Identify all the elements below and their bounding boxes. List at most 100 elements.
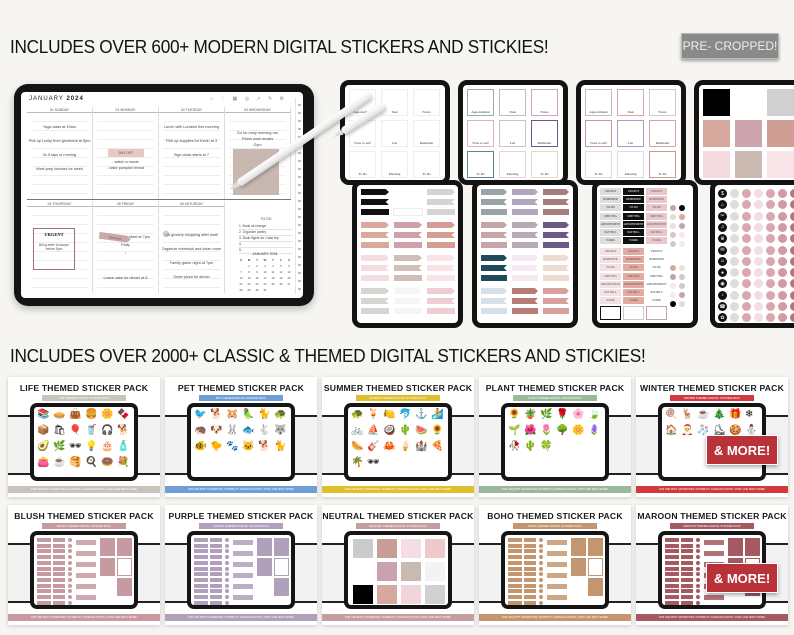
sticker-pack-card[interactable]: 📚 🥧 👜 🍔 🌼 🍫 📦 🛍 🎈 🥤 🎧 🐕 🥑 🌿 🕶 💡 🎂 🧴 👛 ☕ 🥞 🍳 🍩 💐 LIFE THEMED STIC… [8, 377, 160, 497]
label-sticker[interactable]: REMINDER [623, 256, 644, 264]
icon-sticker[interactable] [778, 245, 787, 255]
label-sticker[interactable]: TO DO [623, 204, 644, 212]
side-tab[interactable] [297, 288, 301, 290]
flag-sticker[interactable] [361, 288, 389, 294]
icon-sticker[interactable] [730, 290, 739, 300]
planner-entry[interactable]: Lunch with Lorraine this morning [159, 125, 224, 129]
flag-sticker[interactable] [512, 199, 538, 205]
flag-sticker[interactable] [481, 189, 507, 195]
label-sticker[interactable]: MEETING [600, 212, 621, 220]
icon-sticker[interactable] [742, 290, 751, 300]
flag-sticker[interactable] [512, 255, 538, 261]
calendar-date[interactable]: 29 [245, 288, 253, 292]
calendar-date[interactable]: 6 [285, 264, 293, 268]
label-sticker[interactable]: URGENT [623, 248, 644, 255]
planner-entry[interactable]: Gym [225, 143, 290, 147]
flag-sticker[interactable] [512, 222, 538, 228]
flag-sticker[interactable] [543, 255, 569, 261]
color-swatch[interactable] [767, 151, 794, 178]
flag-sticker[interactable] [427, 255, 455, 261]
flag-sticker[interactable] [512, 242, 538, 248]
flag-sticker[interactable] [394, 222, 422, 228]
color-dot[interactable] [670, 274, 676, 280]
label-sticker[interactable]: TO DO [600, 204, 621, 212]
icon-sticker[interactable] [766, 313, 775, 323]
flag-sticker[interactable] [427, 209, 455, 215]
icon-sticker[interactable] [730, 189, 739, 198]
flag-sticker[interactable] [543, 288, 569, 294]
flag-sticker[interactable] [427, 232, 455, 238]
flag-sticker[interactable] [361, 308, 389, 314]
flag-sticker[interactable] [481, 222, 507, 228]
icon-sticker[interactable] [742, 256, 751, 266]
calendar-date[interactable]: 15 [245, 276, 253, 280]
note-box[interactable]: Meeting [381, 151, 408, 178]
calendar-date[interactable]: 14 [237, 276, 245, 280]
planner-entry[interactable]: Sign class starts at 7 [159, 153, 224, 157]
flag-sticker[interactable] [427, 199, 455, 205]
side-tab[interactable] [297, 112, 301, 114]
label-sticker[interactable]: MEETING [623, 212, 644, 220]
label-sticker[interactable]: WORK [600, 237, 621, 245]
planner-entry[interactable]: - bake pumpkin bread [93, 166, 158, 170]
calendar-date[interactable]: 10 [261, 270, 269, 274]
flag-sticker[interactable] [427, 288, 455, 294]
calendar-date[interactable]: 22 [245, 282, 253, 286]
icon-sticker[interactable]: ⌂ [718, 200, 727, 210]
note-box[interactable]: To Do [649, 151, 676, 178]
label-sticker[interactable]: REMINDER [646, 196, 667, 204]
label-sticker[interactable]: URGENT [600, 188, 621, 195]
calendar-date[interactable]: 11 [269, 270, 277, 274]
note-box[interactable]: Task [617, 89, 644, 116]
planner-entry[interactable]: Yoga class at 10am [27, 125, 92, 129]
planner-entry[interactable]: Family game night at 7pm [159, 261, 224, 265]
color-dot[interactable] [670, 241, 676, 247]
icon-sticker[interactable] [778, 222, 787, 232]
label-sticker[interactable]: PAY BILL [600, 229, 621, 236]
flag-sticker[interactable] [543, 189, 569, 195]
color-dot[interactable] [679, 301, 685, 307]
icon-sticker[interactable] [742, 313, 751, 323]
planner-entry[interactable]: Party [93, 243, 158, 247]
icon-sticker[interactable] [742, 268, 751, 278]
icon-sticker[interactable] [766, 268, 775, 278]
flag-sticker[interactable] [361, 265, 389, 271]
flag-sticker[interactable] [361, 242, 389, 248]
icon-sticker[interactable] [766, 234, 775, 244]
note-box[interactable]: Task [499, 89, 526, 116]
note-box[interactable]: Meeting [499, 151, 526, 178]
sticker-pack-card[interactable]: MAROON THEMED STICKER PACK MAROON THEMED … [636, 505, 788, 625]
side-tab[interactable] [297, 272, 301, 274]
side-tabs[interactable] [295, 98, 302, 294]
icon-sticker[interactable] [742, 189, 751, 198]
label-sticker[interactable]: PAY BILL [646, 289, 667, 296]
side-tab[interactable] [297, 120, 301, 122]
note-box[interactable]: To Do [467, 151, 494, 178]
side-tab[interactable] [297, 168, 301, 170]
label-sticker[interactable]: REMINDER [600, 196, 621, 204]
color-dot[interactable] [679, 232, 685, 238]
sticker-pack-card[interactable]: 🍭 🦌 ☕ 🎄 🎁 ❄ 🏠 🎅 🧦 ⛸ 🍪 ⛄ WINTER THEMED STICKER PACK WI… [636, 377, 788, 497]
flag-sticker[interactable] [394, 242, 422, 248]
flag-sticker[interactable] [543, 199, 569, 205]
flag-sticker[interactable] [361, 298, 389, 304]
color-swatch[interactable] [703, 151, 730, 178]
note-box[interactable]: Appointment [585, 89, 612, 116]
icon-sticker[interactable] [730, 200, 739, 210]
flag-sticker[interactable] [543, 275, 569, 281]
icon-sticker[interactable] [754, 245, 763, 255]
color-dot[interactable] [670, 232, 676, 238]
label-sticker[interactable]: MEETING [646, 272, 667, 280]
flag-sticker[interactable] [512, 288, 538, 294]
icon-sticker[interactable] [790, 313, 794, 323]
icon-sticker[interactable]: ✉ [718, 245, 727, 255]
icon-sticker[interactable] [754, 234, 763, 244]
side-tab[interactable] [297, 208, 301, 210]
calendar-date[interactable]: 23 [253, 282, 261, 286]
calendar-date[interactable]: 27 [285, 282, 293, 286]
flag-sticker[interactable] [543, 308, 569, 314]
flag-sticker[interactable] [481, 275, 507, 281]
color-swatch[interactable] [735, 89, 762, 116]
color-swatch[interactable] [767, 120, 794, 147]
sticker-pack-card[interactable]: BOHO THEMED STICKER PACK BOHO THEMED DIGI… [479, 505, 631, 625]
